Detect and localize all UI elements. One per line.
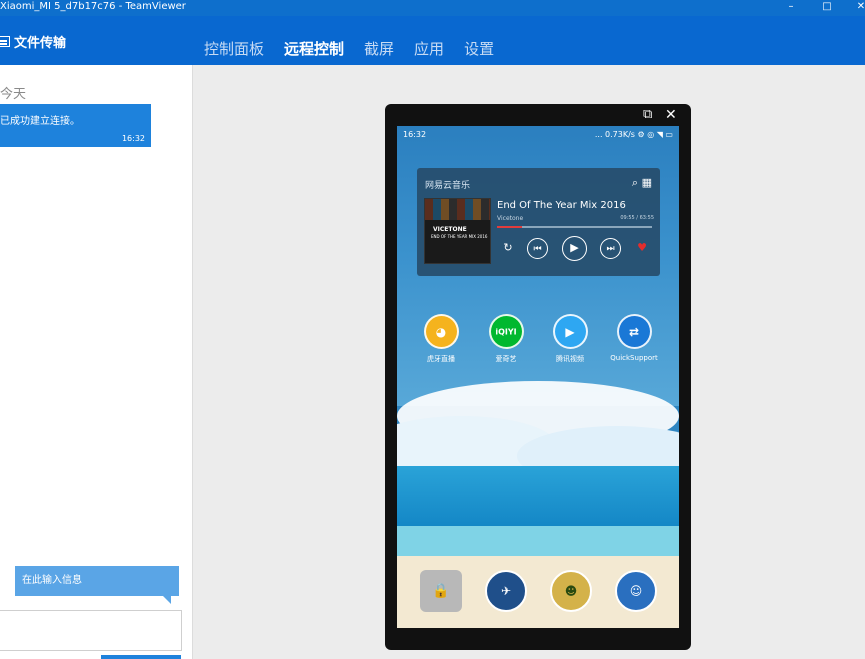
status-time: 16:32 [403,130,427,139]
sea [397,466,679,526]
app-label: 爱奇艺 [495,355,517,363]
track-time: 09:55 / 63:55 [620,215,654,221]
track-title: End Of The Year Mix 2016 [497,200,626,211]
tab-settings[interactable]: 设置 [464,38,494,59]
window-title-bar: Xiaomi_MI 5_d7b17c76 - TeamViewer – □ ✕ [0,0,865,16]
music-widget[interactable]: 网易云音乐 ⌕ ▦ VICETONE END OF THE YEAR MIX 2… [417,168,660,276]
shoreline [397,526,679,556]
cover-line1: VICETONE [433,226,467,233]
music-widget-tools: ⌕ ▦ [632,176,652,190]
tab-screenshot[interactable]: 截屏 [364,38,394,59]
dock-app-3[interactable]: ☻ [550,570,592,612]
heart-icon[interactable]: ♥ [633,238,651,258]
tab-apps[interactable]: 应用 [414,38,444,59]
quicksupport-icon: ⇄ [616,314,652,349]
tab-remote-control[interactable]: 远程控制 [284,38,344,59]
chat-message-text: 已成功建立连接。 [0,116,80,127]
minimize-button[interactable]: – [781,0,801,14]
file-transfer-button[interactable]: 文件传输 [0,32,66,51]
chat-message-bubble: 已成功建立连接。 16:32 [0,104,151,147]
iqiyi-icon: iQIYI [488,314,524,349]
chat-day-label: 今天 [0,87,27,102]
file-icon [0,36,10,47]
lock-icon: 🔒 [432,583,450,599]
tab-bar: 控制面板 远程控制 截屏 应用 设置 [204,38,494,59]
chat-input[interactable] [0,610,182,651]
app-label: 虎牙直播 [427,355,455,363]
tab-dashboard[interactable]: 控制面板 [204,38,264,59]
play-icon[interactable]: ▶ [562,236,587,261]
cover-line2: END OF THE YEAR MIX 2016 [431,234,488,239]
chat-panel: 今天 已成功建立连接。 16:32 在此输入信息 [0,65,193,659]
app-label: 腾讯视频 [556,355,584,363]
grid-icon[interactable]: ▦ [642,176,652,189]
chat-input-hint: 在此输入信息 [15,566,179,604]
status-indicators: ... 0.73K/s ⚙ ◎ ◥ ▭ [594,130,673,139]
send-button[interactable] [101,655,181,659]
app-iqiyi[interactable]: iQIYI 爱奇艺 [476,314,536,364]
close-button[interactable]: ✕ [851,0,865,14]
frog-icon: ☻ [564,584,578,598]
search-icon[interactable]: ⌕ [632,176,638,189]
repeat-icon[interactable]: ↻ [499,238,517,258]
shuttle-icon: ✈ [500,584,512,598]
nav-bar: 文件传输 控制面板 远程控制 截屏 应用 设置 [0,16,865,65]
tencent-video-icon: ▶ [552,314,588,349]
dock-app-2[interactable]: ✈ [485,570,527,612]
close-icon[interactable]: ✕ [665,107,677,123]
progress-bar[interactable] [497,226,652,228]
progress-fill [497,226,522,228]
app-huya[interactable]: ◕ 虎牙直播 [411,314,471,364]
dock-lock-app[interactable]: 🔒 [420,570,462,612]
huya-icon: ◕ [423,314,459,349]
track-artist: Vicetone [497,215,524,222]
network-speed: ... 0.73K/s [594,130,635,139]
window-title: Xiaomi_MI 5_d7b17c76 - TeamViewer [0,1,186,12]
popout-icon[interactable]: ⧉ [643,107,652,123]
app-tencent-video[interactable]: ▶ 腾讯视频 [540,314,600,364]
next-icon[interactable]: ⏭ [600,238,621,259]
phone-frame: ⧉ ✕ 16:32 ... 0.73K/s ⚙ ◎ ◥ ▭ 网易云音乐 ⌕ ▦ … [385,104,691,650]
chat-message-time: 16:32 [121,134,145,143]
music-app-name: 网易云音乐 [425,181,471,191]
app-quicksupport[interactable]: ⇄ QuickSupport [604,314,664,362]
file-transfer-label: 文件传输 [14,36,67,51]
phone-screen[interactable]: 16:32 ... 0.73K/s ⚙ ◎ ◥ ▭ 网易云音乐 ⌕ ▦ VICE… [397,126,679,628]
album-cover: VICETONE END OF THE YEAR MIX 2016 [424,198,491,264]
status-bar: 16:32 ... 0.73K/s ⚙ ◎ ◥ ▭ [397,126,679,144]
app-label: QuickSupport [610,354,658,362]
face-icon: ☺ [629,584,643,598]
previous-icon[interactable]: ⏮ [527,238,548,259]
maximize-button[interactable]: □ [817,0,837,14]
dock-app-4[interactable]: ☺ [615,570,657,612]
